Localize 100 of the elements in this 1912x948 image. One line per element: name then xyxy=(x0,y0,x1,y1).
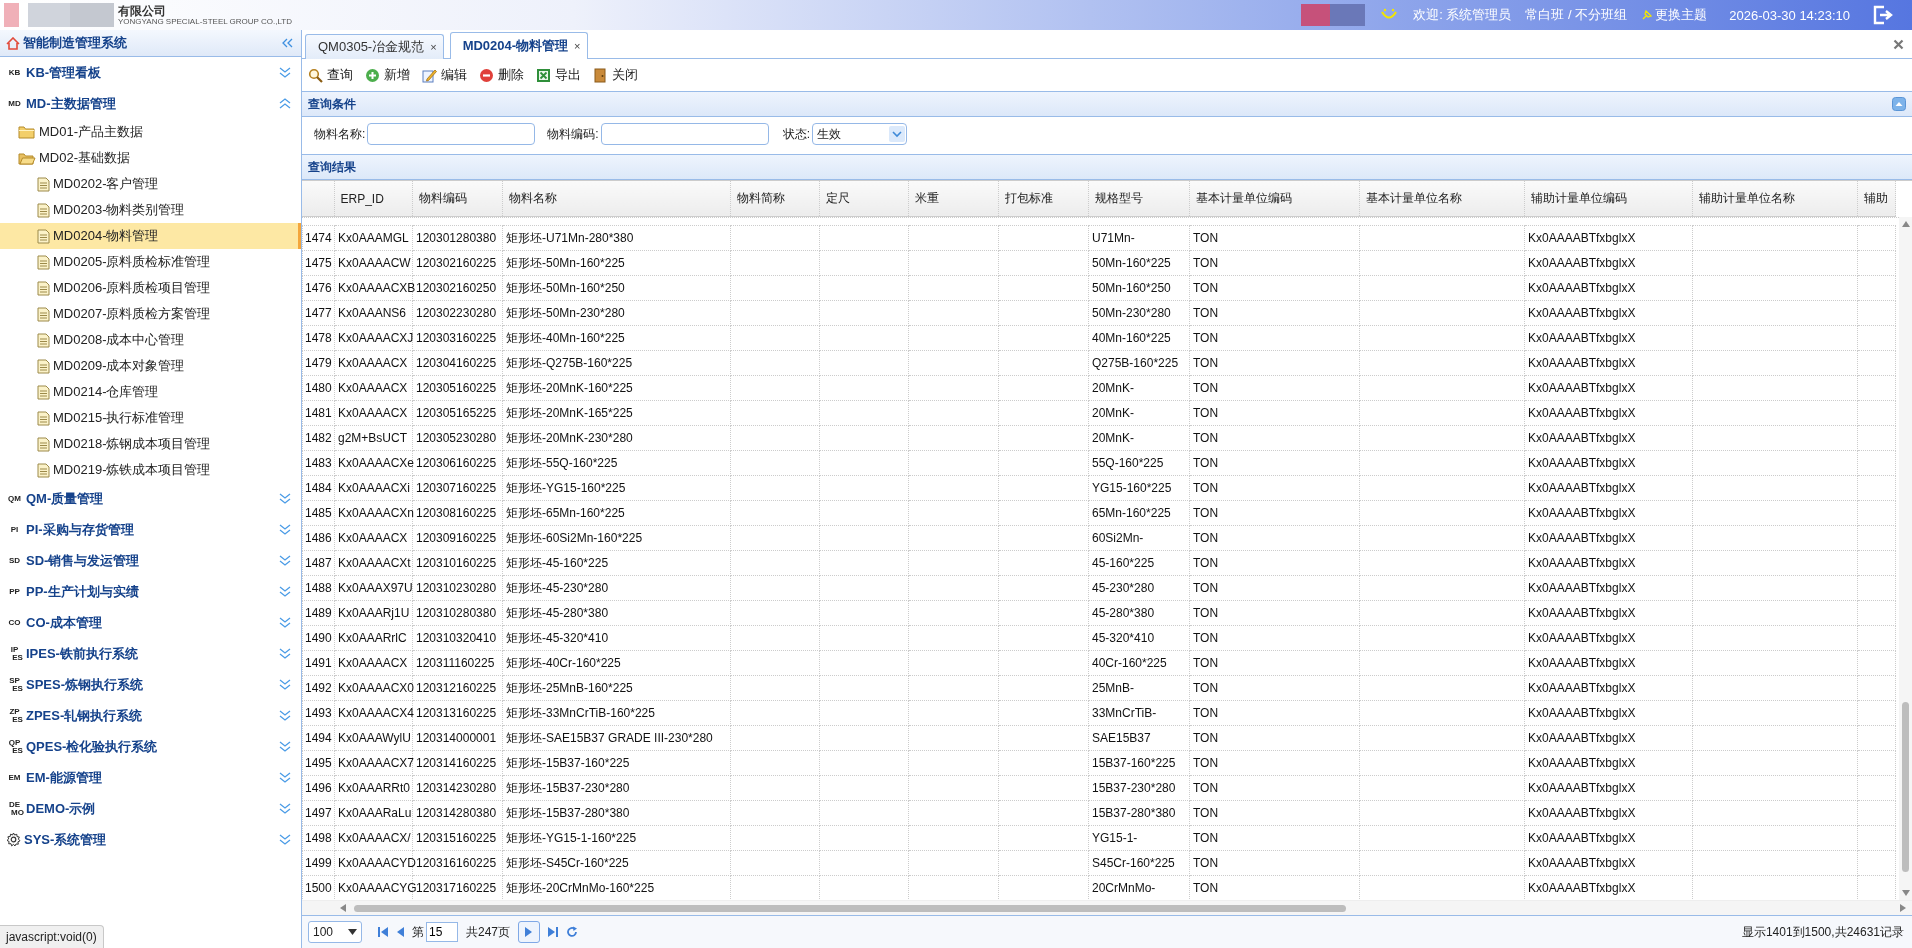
expand-chevron-icon[interactable] xyxy=(279,555,291,566)
document-icon xyxy=(37,462,50,478)
table-cell: 矩形坯-25MnB-160*225 xyxy=(502,675,731,701)
module-menu-item[interactable]: SD SD-销售与发运管理 xyxy=(0,545,301,576)
collapse-panel-icon[interactable] xyxy=(1892,97,1906,111)
table-cell: TON xyxy=(1189,475,1360,501)
last-page-icon[interactable] xyxy=(548,927,559,937)
column-header[interactable]: 打包标准 xyxy=(998,181,1089,217)
pin-icon xyxy=(1641,9,1654,21)
table-cell: YG15-1- xyxy=(1088,825,1190,851)
tree-page-item[interactable]: MD0214-仓库管理 xyxy=(0,379,301,405)
module-menu-item[interactable]: MD MD-主数据管理 xyxy=(0,88,301,119)
module-menu-item[interactable]: CO CO-成本管理 xyxy=(0,607,301,638)
table-cell: TON xyxy=(1189,575,1360,601)
input-field[interactable] xyxy=(600,123,769,145)
collapse-chevron-icon[interactable] xyxy=(279,98,291,109)
expand-chevron-icon[interactable] xyxy=(279,710,291,721)
scrollbar-thumb[interactable] xyxy=(1902,702,1909,872)
module-menu-item[interactable]: SYS-系统管理 xyxy=(0,824,301,855)
tree-page-item[interactable]: MD0205-原料质检标准管理 xyxy=(0,249,301,275)
first-page-icon[interactable] xyxy=(378,927,388,937)
module-menu-item[interactable]: PI PI-采购与存货管理 xyxy=(0,514,301,545)
module-menu-item[interactable]: EM EM-能源管理 xyxy=(0,762,301,793)
module-code-label: KB xyxy=(7,68,22,77)
tree-page-item[interactable]: MD0219-炼铁成本项目管理 xyxy=(0,457,301,483)
tree-page-item[interactable]: MD0207-原料质检方案管理 xyxy=(0,301,301,327)
toolbar-button[interactable]: 删除 xyxy=(475,63,530,87)
expand-chevron-icon[interactable] xyxy=(279,67,291,78)
page-number-input[interactable]: 15 xyxy=(426,922,458,942)
scrollbar-thumb[interactable] xyxy=(354,904,1346,912)
tree-folder-item[interactable]: MD01-产品主数据 xyxy=(0,119,301,145)
horizontal-scrollbar[interactable] xyxy=(302,900,1912,915)
page-label: 第 xyxy=(412,923,424,941)
tree-page-item[interactable]: MD0204-物料管理 xyxy=(0,223,301,249)
column-header[interactable]: 辅助 xyxy=(1857,181,1896,217)
column-header[interactable]: 基本计量单位编码 xyxy=(1189,181,1360,217)
table-cell: Kx0AAAABTfxbglxX xyxy=(1524,575,1693,601)
toolbar-button[interactable]: 编辑 xyxy=(418,63,473,87)
module-menu-item[interactable]: QM QM-质量管理 xyxy=(0,483,301,514)
table-cell: 120307160225 xyxy=(412,475,503,501)
logout-icon[interactable] xyxy=(1872,5,1894,25)
column-header[interactable]: ERP_ID xyxy=(334,181,412,217)
toolbar-button[interactable]: 关闭 xyxy=(589,63,644,87)
table-cell: TON xyxy=(1189,275,1360,301)
module-label: IPES-铁前执行系统 xyxy=(26,644,139,663)
expand-chevron-icon[interactable] xyxy=(279,617,291,628)
column-header[interactable]: 辅助计量单位名称 xyxy=(1692,181,1858,217)
scroll-left-icon[interactable] xyxy=(340,904,346,912)
table-cell: 120305160225 xyxy=(412,375,503,401)
tab[interactable]: MD0204-物料管理 × xyxy=(449,32,588,59)
tree-page-item[interactable]: MD0203-物料类别管理 xyxy=(0,197,301,223)
next-page-button[interactable] xyxy=(518,921,541,943)
page-size-dropdown[interactable]: 100 xyxy=(308,921,362,943)
scroll-right-icon[interactable] xyxy=(1900,904,1906,912)
table-cell: TON xyxy=(1189,300,1360,326)
expand-chevron-icon[interactable] xyxy=(279,648,291,659)
expand-chevron-icon[interactable] xyxy=(279,679,291,690)
tree-page-item[interactable]: MD0209-成本对象管理 xyxy=(0,353,301,379)
status-dropdown[interactable]: 生效 xyxy=(812,123,908,145)
module-menu-item[interactable]: PP PP-生产计划与实绩 xyxy=(0,576,301,607)
column-header[interactable]: 定尺 xyxy=(819,181,909,217)
tab-close-button[interactable]: × xyxy=(574,40,581,52)
toolbar-button[interactable]: 新增 xyxy=(361,63,416,87)
collapse-sidebar-icon[interactable] xyxy=(281,38,293,48)
previous-page-icon[interactable] xyxy=(396,927,404,937)
table-cell: Kx0AAAABTfxbglxX xyxy=(1524,800,1693,826)
toolbar-button[interactable]: 导出 xyxy=(532,63,587,87)
tab[interactable]: QM0305-冶金规范 × xyxy=(305,34,444,59)
column-header[interactable]: 辅助计量单位编码 xyxy=(1524,181,1693,217)
scroll-down-icon[interactable] xyxy=(1901,890,1910,896)
input-field[interactable] xyxy=(367,123,536,145)
expand-chevron-icon[interactable] xyxy=(279,493,291,504)
column-header[interactable]: 基本计量单位名称 xyxy=(1359,181,1525,217)
column-header[interactable]: 规格型号 xyxy=(1088,181,1190,217)
column-header[interactable]: 物料编码 xyxy=(412,181,503,217)
tab-close-button[interactable]: × xyxy=(430,41,437,53)
expand-chevron-icon[interactable] xyxy=(279,586,291,597)
expand-chevron-icon[interactable] xyxy=(279,741,291,752)
column-header[interactable]: 物料简称 xyxy=(730,181,820,217)
table-cell: g2M+BsUCT xyxy=(334,425,413,451)
expand-chevron-icon[interactable] xyxy=(279,772,291,783)
vertical-scrollbar[interactable] xyxy=(1899,217,1912,900)
expand-chevron-icon[interactable] xyxy=(279,834,291,845)
expand-chevron-icon[interactable] xyxy=(279,524,291,535)
table-cell: 120303160225 xyxy=(412,325,503,351)
tree-page-item[interactable]: MD0206-原料质检项目管理 xyxy=(0,275,301,301)
refresh-icon[interactable] xyxy=(566,926,579,938)
tree-page-item[interactable]: MD0215-执行标准管理 xyxy=(0,405,301,431)
search-button[interactable]: 查询 xyxy=(304,63,359,87)
table-cell: 20MnK- xyxy=(1088,400,1190,426)
tree-folder-item[interactable]: MD02-基础数据 xyxy=(0,145,301,171)
close-icon[interactable] xyxy=(1893,38,1904,50)
tree-page-item[interactable]: MD0208-成本中心管理 xyxy=(0,327,301,353)
expand-chevron-icon[interactable] xyxy=(279,803,291,814)
tree-page-item[interactable]: MD0202-客户管理 xyxy=(0,171,301,197)
module-menu-item[interactable]: KB KB-管理看板 xyxy=(0,57,301,88)
scroll-up-icon[interactable] xyxy=(1901,221,1910,227)
column-header[interactable]: 物料名称 xyxy=(502,181,731,217)
tree-page-item[interactable]: MD0218-炼钢成本项目管理 xyxy=(0,431,301,457)
column-header[interactable]: 米重 xyxy=(908,181,999,217)
